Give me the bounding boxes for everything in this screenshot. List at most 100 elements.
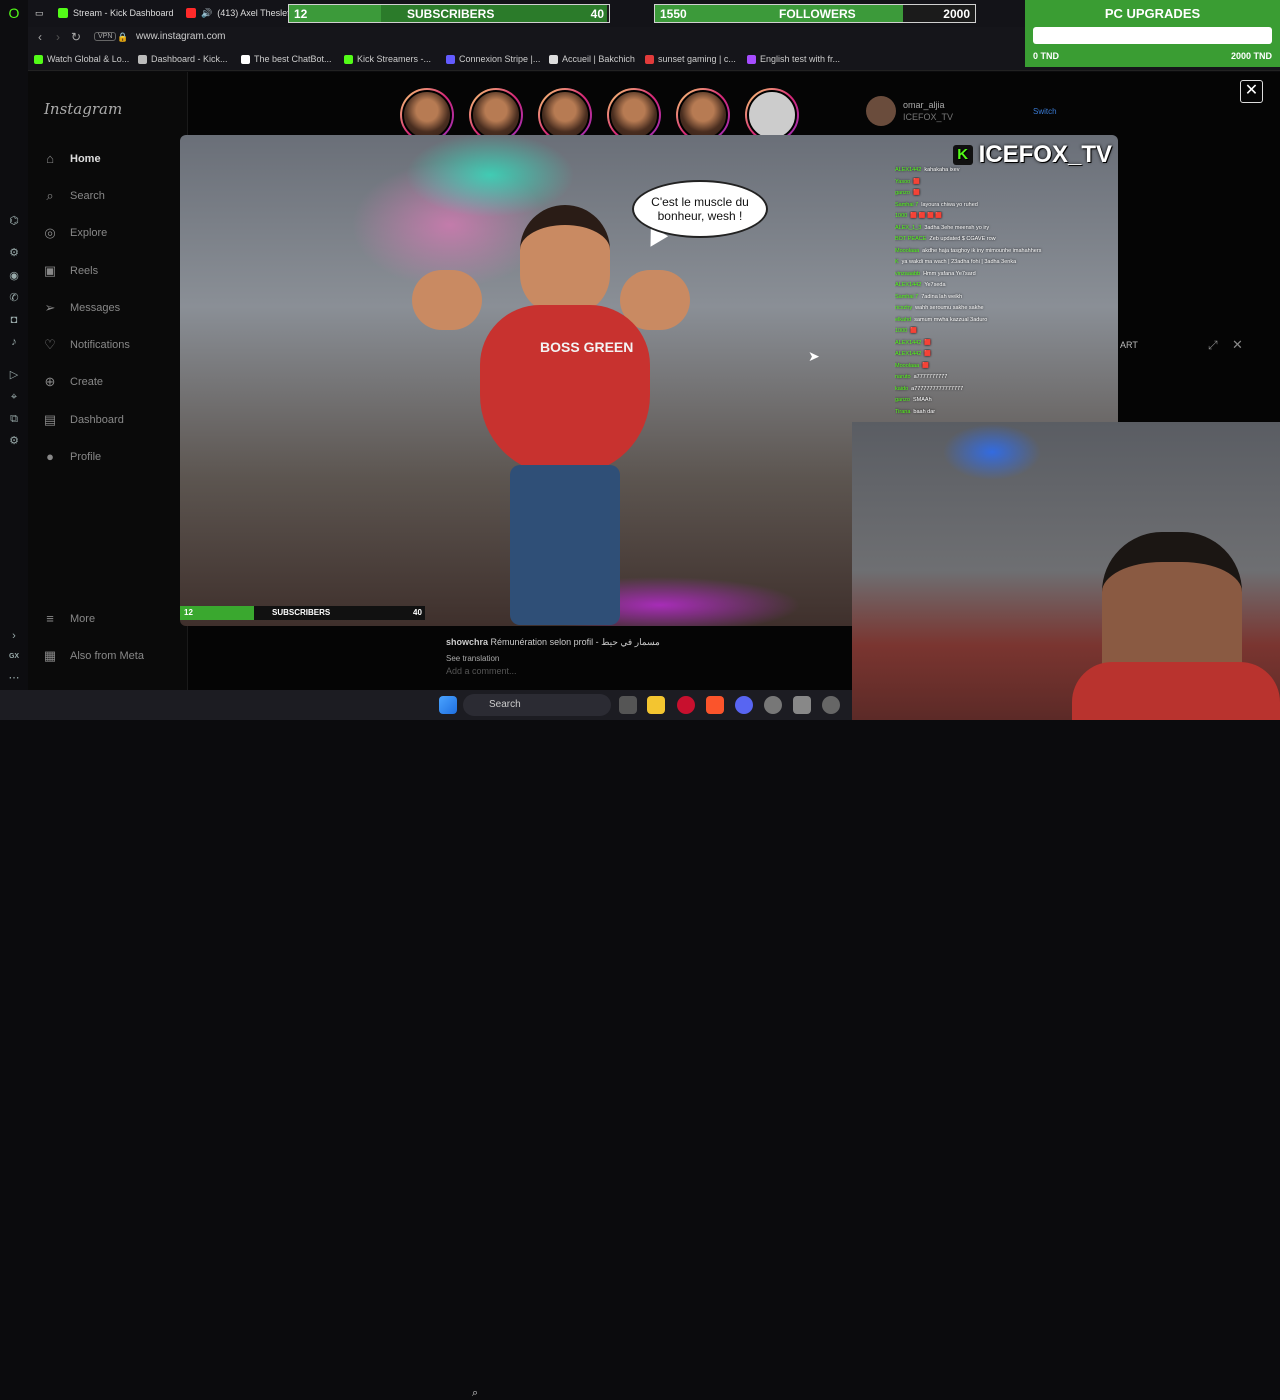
bookmark-item[interactable]: Watch Global & Lo...: [34, 54, 129, 64]
chat-message: Yasoo 🟥: [895, 177, 1110, 189]
bookmark-icon: [446, 54, 455, 64]
instagram-icon[interactable]: ◘: [6, 312, 22, 328]
expand-icon[interactable]: ⤢: [1208, 338, 1218, 353]
caricature-arm: [412, 270, 482, 330]
chat-message: Tirana baah dar: [895, 407, 1110, 419]
story-avatar[interactable]: [676, 88, 730, 142]
ai-icon[interactable]: ⌬: [6, 213, 22, 229]
pin-icon[interactable]: ⌖: [6, 389, 22, 405]
instagram-logo[interactable]: Instagram: [44, 100, 122, 118]
reload-button[interactable]: ↻: [69, 30, 83, 44]
taskbar-search[interactable]: Search: [463, 694, 611, 716]
lock-icon[interactable]: 🔒: [116, 32, 130, 43]
chat-message: ALEX1442 🟥: [895, 349, 1110, 361]
comment-input[interactable]: Add a comment...: [446, 666, 517, 676]
nav-profile[interactable]: ● Profile: [42, 449, 101, 465]
nav-notifications[interactable]: ♡ Notifications: [42, 337, 130, 353]
chat-message: ganzo SMAAh: [895, 395, 1110, 407]
gear-icon[interactable]: ⚙: [6, 433, 22, 449]
see-translation-link[interactable]: See translation: [446, 654, 499, 663]
tab-youtube[interactable]: 🔊 (413) Axel Theslef: [186, 4, 290, 22]
close-icon[interactable]: ✕: [1232, 337, 1243, 353]
nav-messages[interactable]: ➢ Messages: [42, 300, 121, 316]
chat-message: ALEX1442 kahakaha ixev: [895, 165, 1110, 177]
nav-search[interactable]: ⌕ Search: [42, 188, 105, 204]
whatsapp-icon[interactable]: ✆: [6, 290, 22, 306]
chevron-icon[interactable]: ›: [6, 628, 22, 644]
messenger-icon[interactable]: ◉: [6, 268, 22, 284]
chat-username: naruto: [895, 374, 911, 380]
bookmark-item[interactable]: Dashboard - Kick...: [138, 54, 228, 64]
subscribers-strip: 12 SUBSCRIBERS 40: [180, 606, 425, 620]
bookmark-icon: [138, 54, 147, 64]
bookmark-item[interactable]: Kick Streamers -...: [344, 54, 431, 64]
chat-username: BOT PEACE: [895, 236, 927, 242]
settings-icon[interactable]: ⚙: [6, 245, 22, 261]
messages-icon: ➢: [44, 300, 56, 315]
webcam-feed: [852, 422, 1280, 720]
chat-username: ALEX_1_3: [895, 224, 922, 231]
bookmark-item[interactable]: The best ChatBot...: [241, 54, 332, 64]
story-avatar[interactable]: [607, 88, 661, 142]
caricature-body: [480, 305, 650, 475]
chat-message: Mooolaaa akdhe haja tasghoy ik iny mimoun…: [895, 246, 1110, 258]
opera-gx-icon[interactable]: O: [6, 5, 22, 21]
tiktok-icon[interactable]: ♪: [6, 334, 22, 350]
chat-text: layoura chiwa yo ruhed: [921, 201, 978, 208]
bookmark-icon: [645, 54, 654, 64]
opera-gx-icon[interactable]: [677, 696, 695, 714]
tab-kick-dashboard[interactable]: Stream - Kick Dashboard: [58, 4, 174, 22]
chat-message: kaido a7777777777777777: [895, 384, 1110, 396]
brave-icon[interactable]: [706, 696, 724, 714]
back-button[interactable]: ‹: [33, 30, 47, 44]
more-icon[interactable]: ⋯: [6, 670, 22, 686]
chat-text: 7adina lah weikh: [921, 293, 963, 300]
nav-home[interactable]: ⌂ Home: [42, 151, 101, 167]
windows-start-icon[interactable]: [439, 696, 457, 714]
bookmark-item[interactable]: sunset gaming | c...: [645, 54, 736, 64]
chat-username: Samhai 7: [895, 293, 919, 300]
nav-dashboard[interactable]: ▤ Dashboard: [42, 412, 124, 428]
switch-link[interactable]: Switch: [1033, 107, 1057, 116]
story-avatar[interactable]: [538, 88, 592, 142]
settings-icon[interactable]: [793, 696, 811, 714]
nav-reels[interactable]: ▣ Reels: [42, 263, 98, 279]
story-avatar[interactable]: [400, 88, 454, 142]
close-button[interactable]: ✕: [1240, 80, 1263, 103]
chat-text: kahakaha ixev: [924, 167, 960, 173]
profile-name[interactable]: omar_aljia: [903, 100, 945, 110]
story-avatar[interactable]: [469, 88, 523, 142]
url-field[interactable]: www.instagram.com: [136, 31, 225, 42]
chat-message: ALEX1442 🟥: [895, 338, 1110, 350]
dashboard-icon: ▤: [43, 412, 57, 427]
vpn-badge[interactable]: VPN: [94, 32, 117, 41]
task-view-icon[interactable]: [619, 696, 637, 714]
extensions-icon[interactable]: ⧉: [6, 411, 22, 427]
gx-label[interactable]: GX: [6, 649, 22, 665]
nav-more[interactable]: ≡ More: [42, 611, 95, 627]
workspaces-icon[interactable]: ▭: [35, 4, 44, 22]
forward-button[interactable]: ›: [51, 30, 65, 44]
audio-icon[interactable]: 🔊: [201, 8, 212, 19]
chat-username: ALEX1442: [895, 282, 922, 288]
app-icon[interactable]: [822, 696, 840, 714]
bookmark-item[interactable]: Connexion Stripe |...: [446, 54, 540, 64]
obs-icon[interactable]: [764, 696, 782, 714]
nav-also-from-meta[interactable]: ▦ Also from Meta: [42, 648, 144, 664]
chat-text: baah dar: [913, 408, 936, 415]
chat-message: ALEX_1_3 3adha 3ehe meensh yo iry: [895, 223, 1110, 235]
nav-create[interactable]: ⊕ Create: [42, 374, 103, 390]
nav-explore[interactable]: ◎ Explore: [42, 225, 107, 241]
stream-chat: ALEX1442 kahakaha ixev Yasoo 🟥 ganzo 🟥 Samhai …: [895, 165, 1110, 418]
meta-icon: ▦: [43, 648, 57, 663]
bookmark-item[interactable]: English test with fr...: [747, 54, 840, 64]
chat-message: ALEX1442 Ye7seda: [895, 280, 1110, 292]
chat-message: Kya wakdi ma wach | 23adha fohi | 3adha …: [895, 257, 1110, 269]
avatar[interactable]: [866, 96, 896, 126]
player-icon[interactable]: ▷: [6, 367, 22, 383]
bookmark-item[interactable]: Accueil | Bakchich: [549, 54, 635, 64]
chat-text: 🟥: [922, 362, 930, 369]
file-explorer-icon[interactable]: [647, 696, 665, 714]
story-avatar[interactable]: [745, 88, 799, 142]
discord-icon[interactable]: [735, 696, 753, 714]
